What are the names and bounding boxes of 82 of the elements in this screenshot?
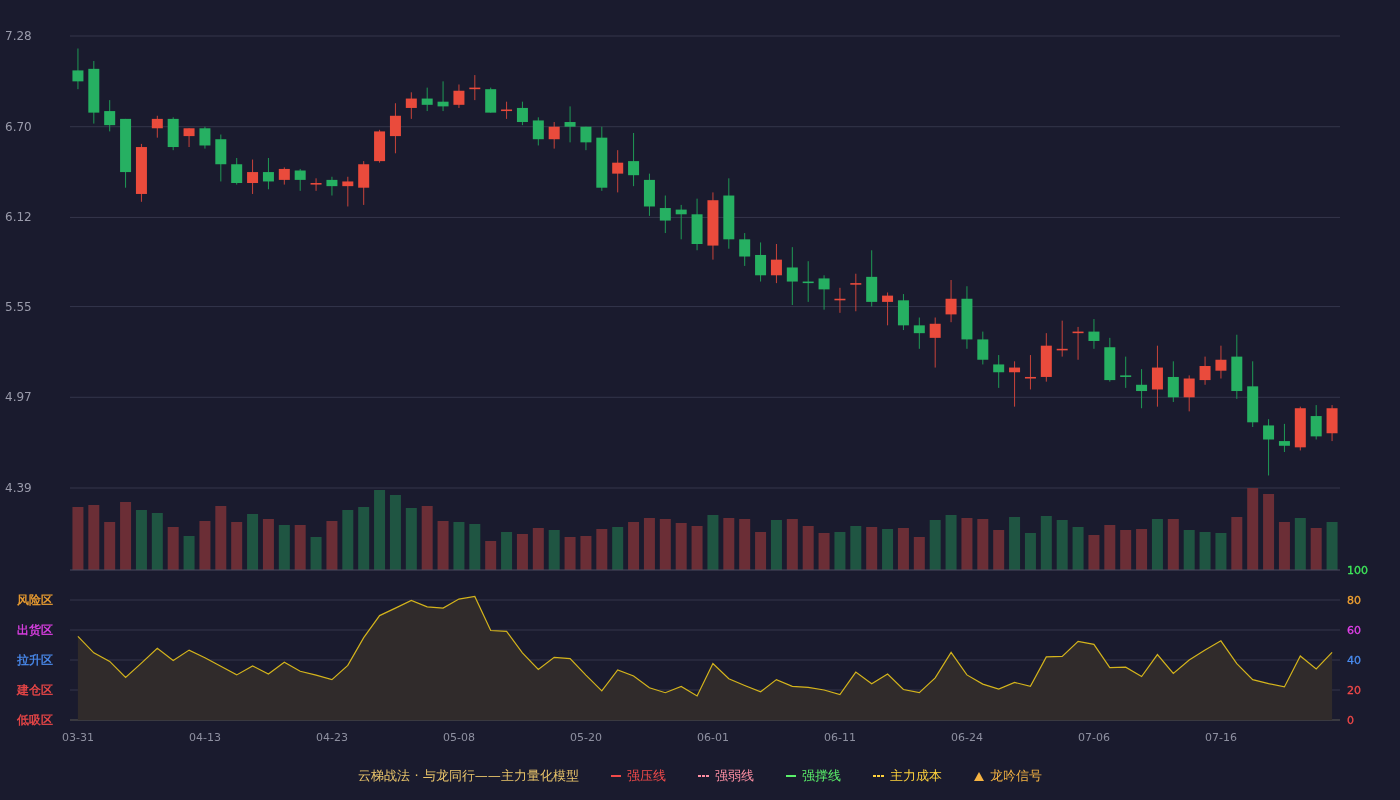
zone-label: 风险区: [17, 593, 53, 607]
candlestick: [659, 195, 671, 234]
candlestick: [818, 274, 830, 311]
candlestick: [247, 159, 259, 195]
candlestick: [977, 331, 989, 365]
candlestick: [945, 279, 957, 323]
axis-tick-label: 20: [1347, 684, 1361, 697]
zone-label: 建仓区: [17, 683, 53, 697]
candlestick: [516, 101, 528, 126]
axis-tick-label: 40: [1347, 654, 1361, 667]
axis-tick-label: 60: [1347, 624, 1361, 637]
candlestick: [628, 132, 640, 187]
candlestick: [1310, 404, 1322, 441]
candlestick: [104, 99, 116, 132]
zone-label: 出货区: [17, 623, 53, 637]
date-tick-label: 06-24: [950, 731, 983, 744]
legend-title: 云梯战法 · 与龙同行——主力量化模型: [358, 767, 579, 786]
legend-label: 强撑线: [801, 767, 841, 786]
date-tick-label: 07-16: [1204, 731, 1237, 744]
candlestick: [770, 243, 782, 284]
candlestick: [405, 91, 417, 120]
candlestick: [786, 246, 798, 306]
candlestick: [532, 116, 544, 146]
candlestick: [755, 241, 767, 283]
price-tick-label: 4.97: [5, 390, 32, 404]
candlestick: [358, 160, 370, 206]
axis-tick-label: 80: [1347, 594, 1361, 607]
legend-label: 主力成本: [889, 767, 942, 786]
candlestick: [389, 102, 401, 154]
candlestick: [1183, 374, 1195, 412]
candlestick: [929, 317, 941, 369]
candlestick: [294, 168, 306, 192]
candlestick: [1167, 360, 1179, 403]
candlestick: [342, 176, 354, 207]
candlestick: [262, 157, 274, 190]
candlestick: [913, 317, 925, 350]
candlestick: [612, 149, 624, 193]
date-tick-label: 04-13: [188, 731, 221, 744]
date-tick-label: 07-06: [1077, 731, 1110, 744]
candlestick: [421, 87, 433, 112]
candlestick: [1278, 423, 1290, 453]
price-tick-label: 7.28: [5, 29, 32, 43]
candlestick: [739, 232, 751, 267]
candlestick: [1136, 368, 1148, 409]
axis-tick-label: 100: [1347, 564, 1368, 577]
candlestick: [850, 273, 862, 312]
candlestick: [1215, 345, 1227, 380]
zone-label: 低吸区: [17, 713, 53, 727]
candlestick: [993, 354, 1005, 389]
price-tick-label: 6.70: [5, 120, 32, 134]
candlestick: [882, 292, 894, 326]
candlestick: [151, 115, 163, 139]
candlestick: [1024, 354, 1036, 390]
candlestick: [199, 126, 211, 150]
candlestick: [548, 121, 560, 150]
candlestick: [310, 177, 322, 192]
price-tick-label: 5.55: [5, 300, 32, 314]
price-tick-label: 4.39: [5, 481, 32, 495]
candlestick: [231, 157, 243, 186]
date-tick-label: 06-11: [823, 731, 856, 744]
date-tick-label: 06-01: [696, 731, 729, 744]
legend-label: 强弱线: [714, 767, 754, 786]
candlestick: [1199, 356, 1211, 386]
candlestick: [453, 83, 465, 109]
candlestick: [1151, 345, 1163, 408]
candlestick: [72, 48, 84, 90]
candlestick: [485, 87, 497, 114]
candlestick: [564, 105, 576, 143]
candlestick: [326, 176, 338, 197]
price-tick-label: 6.12: [5, 210, 32, 224]
legend-label: 强压线: [626, 767, 666, 786]
zone-label: 拉升区: [17, 653, 53, 667]
axis-tick-label: 0: [1347, 714, 1354, 727]
date-tick-label: 03-31: [61, 731, 94, 744]
date-tick-label: 05-20: [569, 731, 602, 744]
legend-label: 龙吟信号: [989, 767, 1042, 786]
date-tick-label: 05-08: [442, 731, 475, 744]
candlestick: [1263, 418, 1275, 476]
candlestick: [1120, 356, 1132, 389]
candlestick: [1088, 318, 1100, 350]
date-tick-label: 04-23: [315, 731, 348, 744]
candlestick: [183, 127, 195, 148]
